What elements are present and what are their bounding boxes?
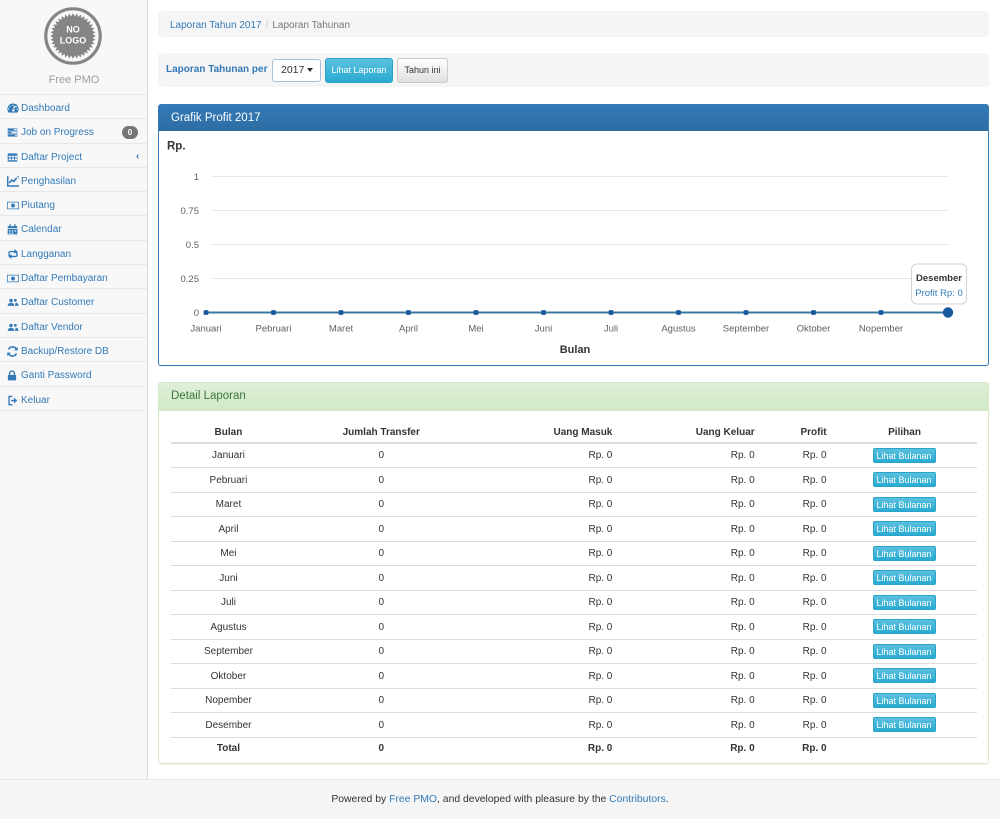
svg-text:Mei: Mei — [468, 324, 483, 335]
svg-text:Nopember: Nopember — [859, 324, 903, 335]
svg-text:Rp.: Rp. — [167, 141, 186, 153]
svg-text:Juni: Juni — [535, 324, 552, 335]
svg-text:Profit Rp: 0: Profit Rp: 0 — [915, 288, 963, 299]
svg-text:Oktober: Oktober — [797, 324, 831, 335]
svg-text:September: September — [723, 324, 769, 335]
svg-text:April: April — [399, 324, 418, 335]
svg-text:Juli: Juli — [604, 324, 618, 335]
svg-text:Agustus: Agustus — [661, 324, 696, 335]
svg-text:1: 1 — [194, 172, 199, 183]
svg-text:0: 0 — [194, 308, 199, 319]
svg-text:0.75: 0.75 — [181, 206, 200, 217]
svg-text:LOGO: LOGO — [60, 36, 87, 46]
svg-text:Maret: Maret — [329, 324, 354, 335]
svg-text:Pebruari: Pebruari — [256, 324, 292, 335]
svg-text:Januari: Januari — [190, 324, 221, 335]
svg-text:0.5: 0.5 — [186, 240, 199, 251]
svg-text:NO: NO — [66, 25, 80, 35]
svg-text:Desember: Desember — [916, 273, 962, 284]
svg-text:0.25: 0.25 — [181, 274, 200, 285]
svg-text:Bulan: Bulan — [560, 344, 591, 356]
